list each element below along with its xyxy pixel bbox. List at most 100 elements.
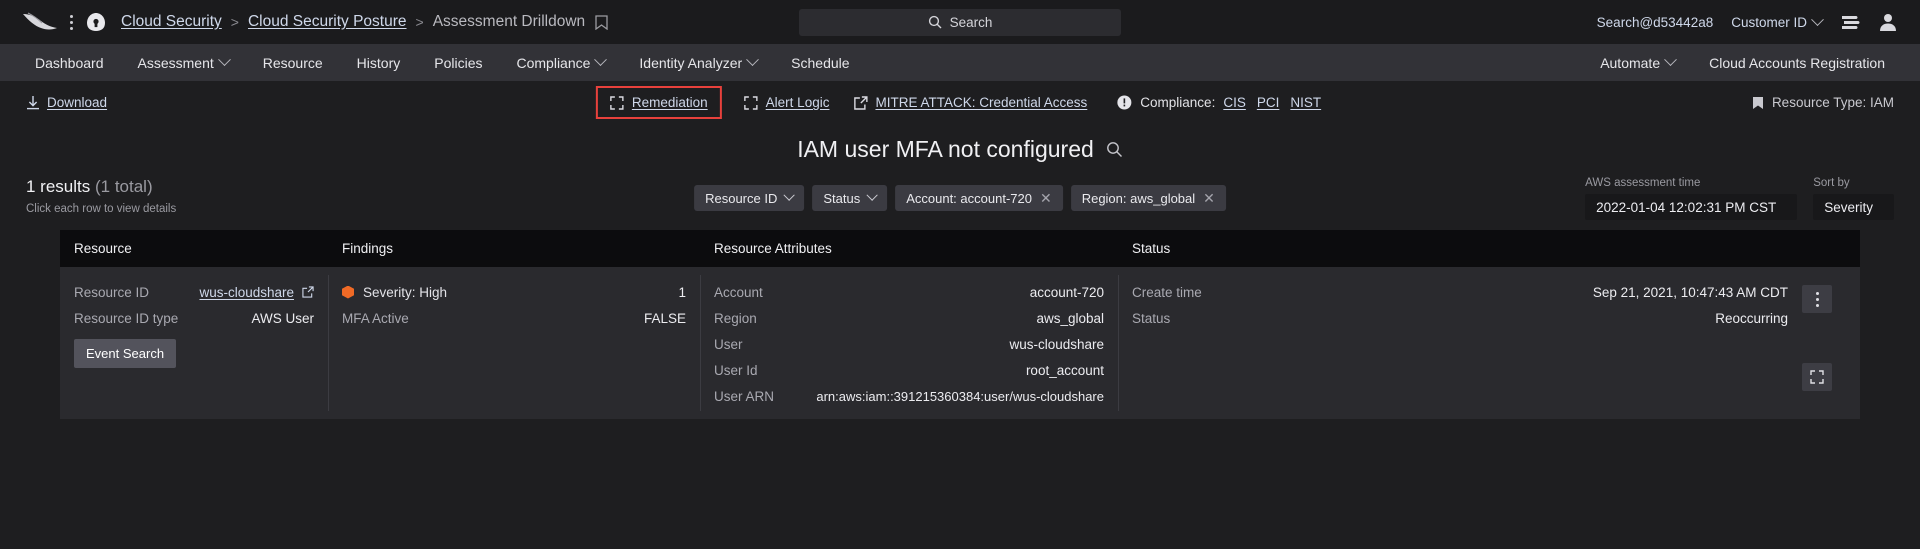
nav-item-cloud-accounts-registration[interactable]: Cloud Accounts Registration — [1692, 55, 1902, 71]
customer-id-selector[interactable]: Customer ID — [1731, 12, 1824, 30]
attr-value: wus-cloudshare — [1009, 336, 1104, 352]
results-summary: 1 results (1 total) Click each row to vi… — [26, 177, 176, 215]
cell-resource: Resource ID wus-cloudshare Resource ID t… — [60, 267, 328, 419]
breadcrumb: Cloud Security > Cloud Security Posture … — [121, 13, 608, 31]
kebab-icon — [1815, 291, 1819, 307]
attr-user-row: User wus-cloudshare — [714, 331, 1104, 357]
nav-item-dashboard[interactable]: Dashboard — [18, 44, 121, 81]
resource-id-type-key: Resource ID type — [74, 310, 179, 326]
row-more-menu-button[interactable] — [1802, 285, 1832, 313]
table-row[interactable]: Resource ID wus-cloudshare Resource ID t… — [60, 267, 1860, 419]
severity-text: Severity: High — [363, 284, 448, 300]
expand-corners-icon — [743, 95, 758, 110]
nav-label: Identity Analyzer — [639, 54, 743, 71]
user-profile-button[interactable] — [1878, 12, 1898, 32]
resource-type-label: Resource Type: IAM — [1771, 95, 1894, 110]
attr-key: Region — [714, 310, 757, 326]
page-title: IAM user MFA not configured — [797, 136, 1094, 162]
nav-item-policies[interactable]: Policies — [417, 44, 499, 81]
assessment-time-value: 2022-01-04 12:02:31 PM CST — [1596, 199, 1777, 215]
chevron-down-icon — [1811, 12, 1824, 26]
column-header-resource: Resource — [74, 241, 132, 256]
create-time-value: Sep 21, 2021, 10:47:43 AM CDT — [1592, 284, 1788, 300]
main-navigation: Dashboard Assessment Resource History Po… — [0, 44, 1920, 81]
filter-status[interactable]: Status — [812, 185, 888, 211]
falcon-logo-icon — [23, 12, 57, 30]
download-button[interactable]: Download — [26, 95, 107, 110]
nav-item-compliance[interactable]: Compliance — [499, 44, 622, 81]
alert-logic-button[interactable]: Alert Logic — [732, 87, 842, 118]
nav-right-group: Automate Cloud Accounts Registration — [1583, 53, 1902, 71]
severity-hexagon-icon — [342, 285, 354, 299]
close-icon[interactable]: ✕ — [1203, 191, 1215, 205]
nav-label: Assessment — [137, 54, 214, 71]
status-row: Status Reoccurring — [1132, 305, 1788, 331]
sort-by-label: Sort by — [1813, 177, 1850, 189]
mitre-attack-link[interactable]: MITRE ATTACK: Credential Access — [841, 87, 1099, 118]
compliance-link-cis[interactable]: CIS — [1223, 95, 1246, 110]
remediation-label: Remediation — [631, 95, 708, 110]
cell-findings: Severity: High 1 MFA Active FALSE — [328, 267, 700, 419]
attr-value: aws_global — [1036, 310, 1104, 326]
filter-resource-id[interactable]: Resource ID — [694, 185, 805, 211]
results-total: (1 total) — [94, 177, 153, 196]
bookmark-page-icon[interactable] — [595, 14, 608, 30]
attr-value: arn:aws:iam::391215360384:user/wus-cloud… — [816, 388, 1104, 404]
results-table: Resource Findings Resource Attributes St… — [60, 230, 1860, 419]
sort-by-select[interactable]: Severity — [1813, 194, 1894, 220]
global-search-input[interactable]: Search — [799, 8, 1121, 36]
close-icon[interactable]: ✕ — [1040, 191, 1052, 205]
search-icon[interactable] — [1106, 141, 1123, 158]
nav-item-automate[interactable]: Automate — [1583, 53, 1692, 71]
assessment-time-select[interactable]: 2022-01-04 12:02:31 PM CST — [1585, 194, 1798, 220]
results-hint: Click each row to view details — [26, 203, 177, 215]
create-time-row: Create time Sep 21, 2021, 10:47:43 AM CD… — [1132, 279, 1788, 305]
finding-severity-row: Severity: High 1 — [342, 279, 686, 305]
attr-value: root_account — [1025, 362, 1104, 378]
breadcrumb-item-2: Assessment Drilldown — [432, 13, 586, 30]
search-icon — [928, 15, 942, 29]
support-menu-button[interactable] — [1840, 13, 1860, 31]
info-icon — [1117, 95, 1132, 110]
nav-item-identity-analyzer[interactable]: Identity Analyzer — [622, 44, 774, 81]
app-menu-button[interactable] — [70, 14, 73, 30]
assessment-time-label: AWS assessment time — [1585, 177, 1701, 189]
resource-id-value[interactable]: wus-cloudshare — [199, 285, 314, 300]
column-header-status: Status — [1132, 241, 1171, 256]
remediation-button[interactable]: Remediation — [595, 86, 722, 119]
column-header-findings: Findings — [342, 241, 394, 256]
nav-item-schedule[interactable]: Schedule — [774, 44, 866, 81]
chevron-down-icon — [217, 53, 231, 67]
action-bar: Download Remediation Alert Logic MITRE A… — [0, 81, 1920, 124]
bookmark-icon — [1752, 96, 1763, 109]
compliance-link-nist[interactable]: NIST — [1290, 95, 1321, 110]
alert-logic-label: Alert Logic — [765, 95, 830, 110]
action-bar-center: Remediation Alert Logic MITRE ATTACK: Cr… — [595, 86, 1324, 119]
nav-item-history[interactable]: History — [340, 44, 418, 81]
account-label[interactable]: Search@d53442a8 — [1597, 15, 1714, 30]
page-title-row: IAM user MFA not configured — [0, 136, 1920, 163]
attr-user-id-row: User Id root_account — [714, 357, 1104, 383]
nav-label: Dashboard — [35, 54, 104, 71]
cloud-security-icon — [87, 13, 105, 31]
event-search-button[interactable]: Event Search — [74, 339, 177, 368]
filter-account[interactable]: Account: account-720 ✕ — [895, 185, 1063, 211]
breadcrumb-separator: > — [230, 14, 239, 30]
filter-pills: Resource ID Status Account: account-720 … — [694, 185, 1226, 211]
nav-item-resource[interactable]: Resource — [246, 44, 340, 81]
results-count: 1 results — [26, 177, 91, 196]
filter-label: Status — [823, 190, 861, 206]
download-icon — [27, 96, 39, 110]
resource-id-type-row: Resource ID type AWS User — [74, 305, 314, 331]
status-key: Status — [1132, 310, 1171, 326]
breadcrumb-item-1[interactable]: Cloud Security Posture — [248, 13, 407, 31]
resource-id-row: Resource ID wus-cloudshare — [74, 279, 314, 305]
compliance-link-pci[interactable]: PCI — [1257, 95, 1280, 110]
nav-item-assessment[interactable]: Assessment — [121, 44, 246, 81]
mfa-key: MFA Active — [342, 310, 409, 326]
external-link-icon[interactable] — [302, 286, 314, 298]
breadcrumb-item-0[interactable]: Cloud Security — [121, 13, 222, 31]
filter-region[interactable]: Region: aws_global ✕ — [1070, 185, 1226, 211]
attr-key: Account — [714, 284, 763, 300]
row-expand-button[interactable] — [1802, 363, 1832, 391]
